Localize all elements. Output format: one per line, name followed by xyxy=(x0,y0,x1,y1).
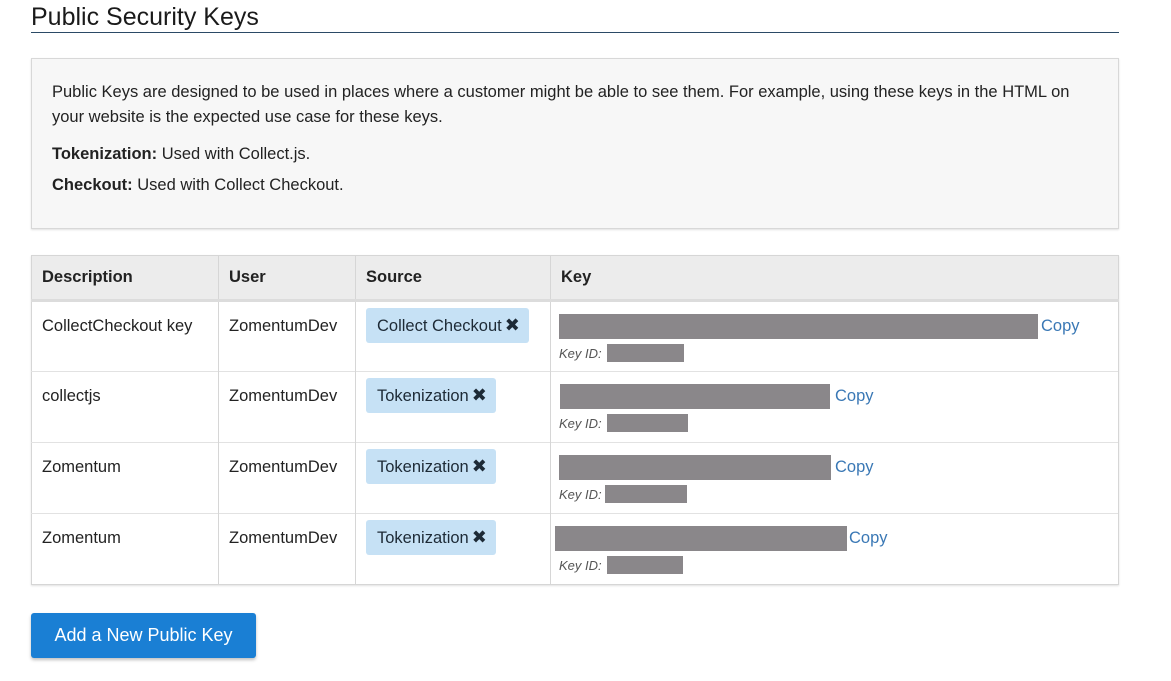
key-id-label: Key ID: xyxy=(559,345,602,361)
redacted-key xyxy=(559,455,831,480)
row-key: Copy Key ID: xyxy=(550,371,1119,443)
row-description: CollectCheckout key xyxy=(31,300,219,372)
source-badge-label: Collect Checkout xyxy=(377,317,502,335)
redacted-key-id xyxy=(606,414,688,432)
key-id-label: Key ID: xyxy=(559,557,602,573)
source-badge: Collect Checkout ✖ xyxy=(366,308,529,343)
row-key: Copy Key ID: xyxy=(550,300,1119,372)
row-source: Tokenization ✖ xyxy=(355,371,551,443)
key-id-label: Key ID: xyxy=(559,415,602,431)
row-source: Tokenization ✖ xyxy=(355,513,551,585)
checkout-text: Used with Collect Checkout. xyxy=(132,176,344,194)
row-user: ZomentumDev xyxy=(218,371,356,443)
row-key: Copy Key ID: xyxy=(550,442,1119,514)
row-user: ZomentumDev xyxy=(218,513,356,585)
redacted-key-id xyxy=(606,344,684,362)
row-user: ZomentumDev xyxy=(218,300,356,372)
copy-key-link[interactable]: Copy xyxy=(849,529,888,548)
header-key: Key xyxy=(550,255,1119,302)
row-user: ZomentumDev xyxy=(218,442,356,514)
redacted-key xyxy=(560,384,830,409)
copy-key-link[interactable]: Copy xyxy=(835,458,874,477)
source-badge: Tokenization ✖ xyxy=(366,449,496,484)
row-source: Collect Checkout ✖ xyxy=(355,300,551,372)
copy-key-link[interactable]: Copy xyxy=(1041,317,1080,336)
row-source: Tokenization ✖ xyxy=(355,442,551,514)
checkout-term: Checkout: xyxy=(52,176,133,194)
row-description: Zomentum xyxy=(31,442,219,514)
tokenization-term: Tokenization: xyxy=(52,145,158,163)
source-badge: Tokenization ✖ xyxy=(366,378,496,413)
redacted-key xyxy=(555,526,847,551)
remove-source-icon[interactable]: ✖ xyxy=(472,385,487,405)
row-key: Copy Key ID: xyxy=(550,513,1119,585)
page-title: Public Security Keys xyxy=(31,0,1119,33)
remove-source-icon[interactable]: ✖ xyxy=(505,315,520,335)
header-source: Source xyxy=(355,255,551,302)
tokenization-text: Used with Collect.js. xyxy=(157,145,311,163)
row-description: collectjs xyxy=(31,371,219,443)
source-badge-label: Tokenization xyxy=(377,529,469,547)
table-row: CollectCheckout key ZomentumDev Collect … xyxy=(31,300,1119,372)
public-keys-table: Description User Source Key CollectCheck… xyxy=(31,255,1119,585)
row-description: Zomentum xyxy=(31,513,219,585)
redacted-key-id xyxy=(606,556,683,574)
remove-source-icon[interactable]: ✖ xyxy=(472,527,487,547)
table-row: Zomentum ZomentumDev Tokenization ✖ Copy … xyxy=(31,442,1119,514)
source-badge-label: Tokenization xyxy=(377,387,469,405)
source-badge: Tokenization ✖ xyxy=(366,520,496,555)
source-badge-label: Tokenization xyxy=(377,458,469,476)
add-public-key-button[interactable]: Add a New Public Key xyxy=(31,613,256,658)
info-panel: Public Keys are designed to be used in p… xyxy=(31,58,1119,229)
info-tokenization: Tokenization: Used with Collect.js. xyxy=(52,142,1098,167)
key-id-label: Key ID: xyxy=(559,486,602,502)
remove-source-icon[interactable]: ✖ xyxy=(472,456,487,476)
copy-key-link[interactable]: Copy xyxy=(835,387,874,406)
table-row: Zomentum ZomentumDev Tokenization ✖ Copy … xyxy=(31,513,1119,585)
table-header-row: Description User Source Key xyxy=(31,255,1119,302)
redacted-key-id xyxy=(604,485,687,503)
header-description: Description xyxy=(31,255,219,302)
table-row: collectjs ZomentumDev Tokenization ✖ Copy… xyxy=(31,371,1119,443)
redacted-key xyxy=(559,314,1038,339)
public-keys-page: Public Security Keys Public Keys are des… xyxy=(31,0,1119,658)
info-checkout: Checkout: Used with Collect Checkout. xyxy=(52,173,1098,198)
header-user: User xyxy=(218,255,356,302)
info-description: Public Keys are designed to be used in p… xyxy=(52,83,1070,126)
